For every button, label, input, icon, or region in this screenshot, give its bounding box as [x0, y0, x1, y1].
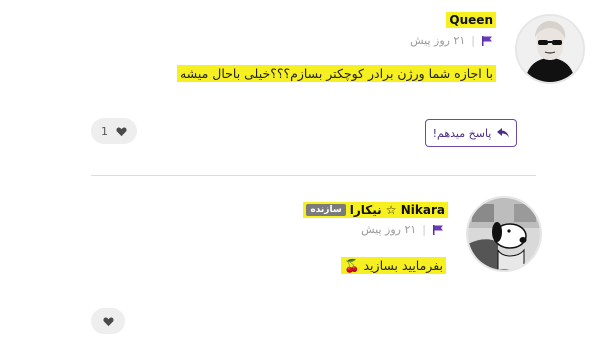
flag-icon[interactable] — [432, 224, 444, 236]
meta-separator: | — [471, 34, 475, 47]
comment-time: ۲۱ روز پیش — [361, 223, 417, 236]
avatar-queen[interactable] — [515, 14, 585, 84]
heart-icon — [116, 126, 127, 137]
meta-separator: | — [422, 223, 426, 236]
flag-icon[interactable] — [481, 35, 493, 47]
comment-text-content: با اجازه شما ورژن برادر کوچکتر بسازم؟؟؟خ… — [176, 65, 496, 82]
reply-button[interactable]: پاسخ میدهم! — [425, 119, 517, 147]
like-button[interactable] — [91, 308, 125, 334]
comment-meta: | ۲۱ روز پیش — [410, 34, 493, 47]
comment-time: ۲۱ روز پیش — [410, 34, 466, 47]
like-button[interactable]: 1 — [91, 118, 137, 144]
comment-username[interactable]: Queen — [446, 12, 496, 28]
comment-meta: | ۲۱ روز پیش — [361, 223, 444, 236]
comment-text-content: بفرمایید بسازید 🍒 — [340, 257, 446, 274]
comment-divider — [91, 175, 536, 176]
heart-icon — [102, 316, 114, 327]
comment-text: با اجازه شما ورژن برادر کوچکتر بسازم؟؟؟خ… — [176, 65, 496, 82]
like-count: 1 — [101, 124, 108, 138]
author-badge: سازنده — [306, 204, 346, 216]
comment-username[interactable]: Nikara ☆ نیکارا — [350, 203, 445, 217]
reply-label: پاسخ میدهم! — [432, 126, 492, 140]
reply-arrow-icon — [497, 128, 510, 138]
comment-author-block: Nikara ☆ نیکارا سازنده — [303, 202, 448, 218]
avatar-nikara[interactable] — [466, 196, 542, 272]
comment-text: بفرمایید بسازید 🍒 — [340, 257, 446, 274]
